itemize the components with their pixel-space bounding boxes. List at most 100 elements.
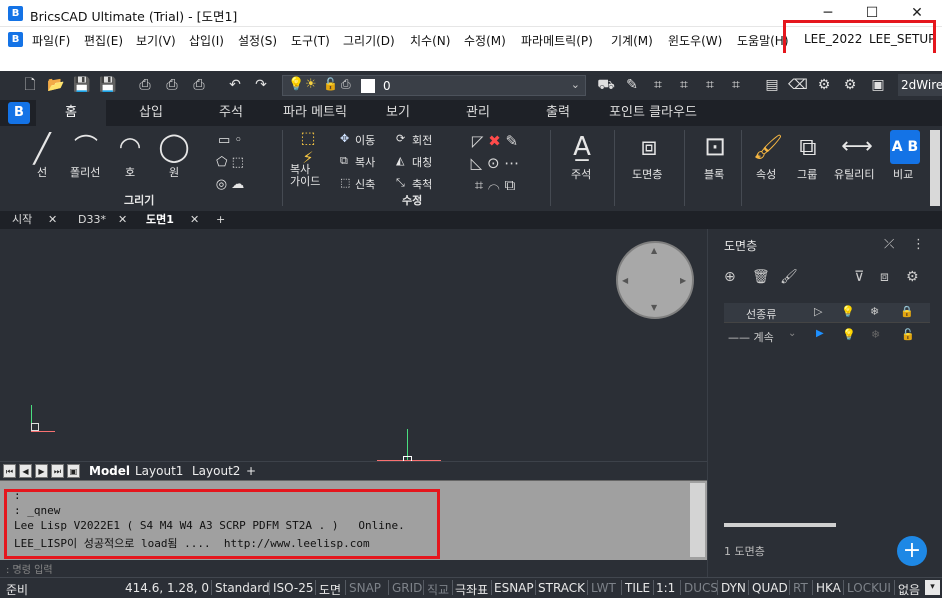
match-layer-icon[interactable]: ✎ <box>622 75 642 95</box>
menu-insert[interactable]: 삽입(I) <box>189 32 224 49</box>
application-button[interactable]: B <box>8 102 30 124</box>
status-rt[interactable]: RT <box>793 581 808 595</box>
layout-tab-model[interactable]: Model <box>89 463 130 480</box>
tab-home[interactable]: 홈 <box>36 100 106 126</box>
move-label[interactable]: 이동 <box>355 132 375 148</box>
workspace-selector[interactable]: 2dWire <box>898 74 942 96</box>
rotate-icon[interactable]: ⟳ <box>396 132 405 145</box>
status-dim-style[interactable]: ISO-25 <box>273 581 314 595</box>
tab-output[interactable]: 출력 <box>528 100 588 126</box>
move-icon[interactable]: ✥ <box>340 132 349 145</box>
status-ducs[interactable]: DUCS <box>684 581 718 595</box>
modify-tools-icon[interactable]: ◸ ✖ ✎ ◺ ⊙ ⋯ ⌗ ⌒ ⧉ <box>450 130 540 194</box>
close-icon[interactable]: ✕ <box>190 212 199 229</box>
status-hka[interactable]: HKA <box>816 581 841 595</box>
close-icon[interactable]: ✕ <box>48 212 57 229</box>
status-menu-button[interactable]: ▾ <box>925 580 940 595</box>
layout-tab-layout2[interactable]: Layout2 <box>192 463 240 480</box>
add-layout-icon[interactable]: + <box>246 463 256 480</box>
menu-view[interactable]: 보기(V) <box>136 32 176 49</box>
brush-icon[interactable]: 🖌 <box>780 269 798 285</box>
status-selection[interactable]: 없음 <box>898 581 920 598</box>
annotate-icon[interactable]: A̲ <box>563 130 601 164</box>
status-tile[interactable]: TILE <box>625 581 650 595</box>
print-preview-icon[interactable]: ⎙ <box>162 75 182 95</box>
tab-parametric[interactable]: 파라 메트릭 <box>270 100 360 126</box>
layer-settings-icon[interactable]: ⚙ <box>906 269 919 285</box>
publish-icon[interactable]: ⎙ <box>189 75 209 95</box>
window-icon[interactable]: ▣ <box>868 75 888 95</box>
eraser-icon[interactable]: ⌫ <box>788 75 808 95</box>
layer-freeze-icon[interactable]: ⌗ <box>700 75 720 95</box>
panel-scrollbar[interactable] <box>724 523 836 527</box>
panel-icon[interactable]: ▤ <box>762 75 782 95</box>
layout-menu-icon[interactable]: ▣ <box>67 464 80 478</box>
scale-icon[interactable]: ⤡ <box>396 176 405 190</box>
gear-icon[interactable]: ⚙ <box>814 75 834 95</box>
stretch-icon[interactable]: ⬚ <box>340 176 350 189</box>
line-icon[interactable]: ╱ <box>24 132 60 166</box>
menu-help[interactable]: 도움말(H) <box>737 32 789 49</box>
status-drawing[interactable]: 도면 <box>319 581 341 598</box>
add-tab-icon[interactable]: + <box>216 212 225 229</box>
close-icon[interactable]: ✕ <box>118 212 127 229</box>
navigation-wheel[interactable]: ▲ ▼ ◀ ▶ <box>616 241 694 319</box>
status-quad[interactable]: QUAD <box>752 581 788 595</box>
print-icon[interactable]: ⎙ <box>135 75 155 95</box>
undo-icon[interactable]: ↶ <box>225 75 245 95</box>
groups-icon[interactable]: ⧉ <box>790 130 826 164</box>
status-esnap[interactable]: ESNAP <box>494 581 534 595</box>
add-layer-button[interactable]: + <box>897 536 927 566</box>
copy-guide-icon[interactable]: ⬚ ⚡ <box>290 128 326 168</box>
status-snap[interactable]: SNAP <box>349 581 381 595</box>
status-lockui[interactable]: LOCKUI <box>847 581 891 595</box>
draw-tools-icon[interactable]: ▭ ◦ ⬠ ⬚ ◎ ☁ <box>200 130 260 202</box>
layers-icon[interactable]: ⧈ <box>630 130 668 164</box>
polyline-icon[interactable]: ⌒ <box>68 130 104 164</box>
circle-icon[interactable]: ◯ <box>156 130 192 164</box>
layer-off-icon[interactable]: ⌗ <box>674 75 694 95</box>
copy-icon[interactable]: ⧉ <box>340 154 348 168</box>
collapse-icon[interactable]: ⤫ <box>884 237 894 252</box>
menu-dimension[interactable]: 치수(N) <box>410 32 450 49</box>
open-file-icon[interactable]: 📂 <box>46 75 66 95</box>
mirror-icon[interactable]: ◭ <box>396 154 404 167</box>
settings-icon[interactable]: ⚙ <box>840 75 860 95</box>
ribbon-scrollbar[interactable] <box>930 130 940 206</box>
menu-file[interactable]: 파일(F) <box>32 32 70 49</box>
layer-make-current-icon[interactable]: ⛟ <box>596 75 616 95</box>
tab-manage[interactable]: 관리 <box>448 100 508 126</box>
prev-layout-icon[interactable]: ◀ <box>19 464 32 478</box>
layout-tab-layout1[interactable]: Layout1 <box>135 463 183 480</box>
menu-modify[interactable]: 수정(M) <box>464 32 506 49</box>
menu-window[interactable]: 윈도우(W) <box>668 32 722 49</box>
status-coordinates[interactable]: 414.6, 1.28, 0 <box>125 581 209 595</box>
status-ortho[interactable]: 직교 <box>427 581 449 598</box>
menu-tools[interactable]: 도구(T) <box>291 32 330 49</box>
command-prompt[interactable]: : 명령 입력 <box>0 560 707 577</box>
utilities-icon[interactable]: ⟷ <box>836 130 878 164</box>
layer-isolate-icon[interactable]: ⌗ <box>648 75 668 95</box>
arc-icon[interactable]: ◠ <box>112 130 148 164</box>
mirror-label[interactable]: 대칭 <box>412 154 432 170</box>
scale-label[interactable]: 축척 <box>412 176 432 192</box>
copy-label[interactable]: 복사 <box>355 154 375 170</box>
menu-mechanical[interactable]: 기계(M) <box>611 32 653 49</box>
status-strack[interactable]: STRACK <box>538 581 585 595</box>
rotate-label[interactable]: 회전 <box>412 132 432 148</box>
doc-tab-d33[interactable]: D33* <box>78 212 106 229</box>
tab-point-cloud[interactable]: 포인트 클라우드 <box>598 100 708 126</box>
more-options-icon[interactable]: ⋮ <box>912 237 925 252</box>
app-menu-icon[interactable]: B <box>8 32 23 47</box>
status-lwt[interactable]: LWT <box>591 581 616 595</box>
command-scrollbar[interactable] <box>690 483 705 557</box>
status-dyn[interactable]: DYN <box>721 581 746 595</box>
stretch-label[interactable]: 신축 <box>355 176 375 192</box>
layer-row[interactable]: —— 계속 ⌄ ▶ 💡 ❄ 🔓 <box>724 327 930 345</box>
delete-layer-icon[interactable]: 🗑 <box>752 269 770 285</box>
new-file-icon[interactable]: 🗋 <box>20 75 40 95</box>
drawing-canvas[interactable]: ▲ ▼ ◀ ▶ <box>0 229 707 465</box>
layer-combo[interactable]: 💡 ☀ 🔓 ⎙ 0 ⌄ <box>282 75 586 96</box>
compare-icon[interactable]: A B <box>890 130 920 164</box>
status-grid[interactable]: GRID <box>392 581 422 595</box>
